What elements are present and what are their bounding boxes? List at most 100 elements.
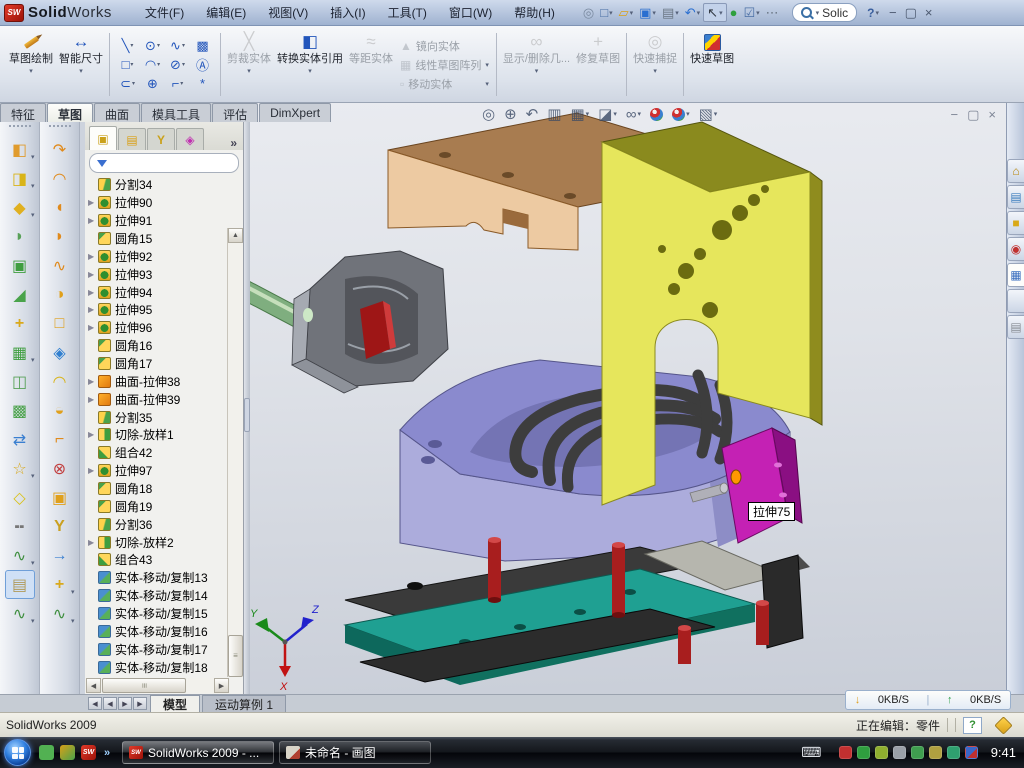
feature-tree-item[interactable]: ▶ 实体-移动/复制18 xyxy=(88,658,228,676)
select-region-icon[interactable]: ▩▾ xyxy=(190,36,215,55)
feature-tree-item[interactable]: ▶ 圆角15 xyxy=(88,230,228,248)
edit-appearance-icon[interactable]: ▾ xyxy=(650,108,663,121)
view-palette-tab[interactable]: ▦ xyxy=(1007,263,1024,287)
freeform-icon[interactable]: ◒▾ xyxy=(45,396,75,425)
combine-icon[interactable]: ▩▾ xyxy=(5,396,35,425)
menu-item[interactable]: 视图(V) xyxy=(257,0,319,25)
zoom-to-fit-icon[interactable]: ◎▾ xyxy=(482,105,495,123)
keyboard-layout-icon[interactable]: ⌨ xyxy=(805,746,818,759)
feature-tree-item[interactable]: ▶ 切除-放样1 xyxy=(88,426,228,444)
expand-arrow-icon[interactable]: ▶ xyxy=(88,270,98,279)
feature-tree-item[interactable]: ▶ 组合42 xyxy=(88,444,228,462)
move-entities-button[interactable]: ▫ 移动实体 ▾ xyxy=(400,76,489,92)
feature-tree-item[interactable]: ▶ 拉伸95 xyxy=(88,301,228,319)
sketch-text-icon[interactable]: Ⓐ▾ xyxy=(190,55,215,74)
feature-tree-item[interactable]: ▶ 圆角18 xyxy=(88,480,228,498)
feature-tree-item[interactable]: ▶ 分割36 xyxy=(88,515,228,533)
sketch-button[interactable]: 草图绘制▾ xyxy=(6,29,56,100)
next-tab-button[interactable]: ▶ xyxy=(118,697,132,710)
pin-icon[interactable]: ◎▾ xyxy=(580,4,597,21)
move-copy-body-icon[interactable]: ⇄▾ xyxy=(5,425,35,454)
antivirus-icon[interactable] xyxy=(857,746,870,759)
linear-pattern-icon[interactable]: ▦▾ xyxy=(5,338,35,367)
taskbar-window-button[interactable]: 未命名 - 画图 xyxy=(279,741,431,764)
spline-icon[interactable]: ∿▾ xyxy=(165,36,190,55)
network-icon[interactable] xyxy=(911,746,924,759)
bend-icon[interactable]: ⌐▾ xyxy=(45,425,75,454)
swept-surface-icon[interactable]: ↷▾ xyxy=(45,135,75,164)
volume-icon[interactable] xyxy=(893,746,906,759)
tag-icon[interactable] xyxy=(994,716,1012,734)
feature-tree-item[interactable]: ▶ 曲面-拉伸38 xyxy=(88,372,228,390)
hole-wizard-icon[interactable]: +▾ xyxy=(5,309,35,338)
graphics-viewport[interactable]: X Y Z ◎▾ ⊕▾ ↶▾ ▥▾ ▦ xyxy=(250,103,1006,694)
mirror-icon[interactable]: ◫▾ xyxy=(5,367,35,396)
display-style-icon[interactable]: ◪▾ xyxy=(598,105,617,123)
solidworks-resources-tab[interactable]: ⌂ xyxy=(1007,159,1024,183)
boss-extrude-icon[interactable]: ◧▾ xyxy=(5,135,35,164)
overflow-icon[interactable]: ⋯▾ xyxy=(763,4,782,21)
health-monitor-icon[interactable] xyxy=(947,746,960,759)
options-icon[interactable]: ☑▾ xyxy=(740,4,762,21)
display-delete-relations-button[interactable]: ∞ 显示/删除几...▾ xyxy=(500,29,573,100)
repair-sketch-button[interactable]: + 修复草图 xyxy=(573,29,623,100)
swept-boss-icon[interactable]: ◗▾ xyxy=(5,222,35,251)
surface-extend-icon[interactable]: ◈▾ xyxy=(45,338,75,367)
doc-restore-button[interactable]: ▢ xyxy=(967,107,979,123)
scroll-up-button[interactable]: ▲ xyxy=(228,228,243,243)
reference-plane-icon[interactable]: ◇▾ xyxy=(5,483,35,512)
instant3d-icon[interactable]: ▤▾ xyxy=(5,570,35,599)
zoom-to-area-icon[interactable]: ⊕▾ xyxy=(504,105,517,123)
feature-tree-item[interactable]: ▶ 实体-移动/复制15 xyxy=(88,605,228,623)
feature-tree-item[interactable]: ▶ 拉伸92 xyxy=(88,247,228,265)
taskbar-clock[interactable]: 9:41 xyxy=(991,745,1016,760)
dimxpertmanager-tab[interactable]: ◈ xyxy=(176,128,204,150)
feature-tree-item[interactable]: ▶ 拉伸93 xyxy=(88,265,228,283)
update-warning-icon[interactable] xyxy=(929,746,942,759)
replace-face-icon[interactable]: ▣▾ xyxy=(45,483,75,512)
feature-tree-item[interactable]: ▶ 拉伸96 xyxy=(88,319,228,337)
tree-vertical-scrollbar[interactable]: ▲ ▼ xyxy=(227,228,243,677)
rectangle-icon[interactable]: □▾ xyxy=(115,55,140,74)
expand-arrow-icon[interactable]: ▶ xyxy=(88,252,98,261)
expand-arrow-icon[interactable]: ▶ xyxy=(88,216,98,225)
quick-snaps-button[interactable]: ◎ 快速捕捉▾ xyxy=(630,29,680,100)
document-tab[interactable]: 模型 xyxy=(150,695,200,712)
rapid-sketch-button[interactable]: 快速草图 xyxy=(687,29,737,100)
expand-arrow-icon[interactable]: ▶ xyxy=(88,198,98,207)
shell-icon[interactable]: ▣▾ xyxy=(5,251,35,280)
menu-item[interactable]: 插入(I) xyxy=(319,0,376,25)
select-arrow-icon[interactable]: ↖▾ xyxy=(703,3,726,22)
new-document-icon[interactable]: □▾ xyxy=(597,4,615,21)
loft-icon[interactable]: ◖▾ xyxy=(45,193,75,222)
first-tab-button[interactable]: ◀ xyxy=(88,697,102,710)
feature-tree-item[interactable]: ▶ 拉伸97 xyxy=(88,462,228,480)
ribbon-tab[interactable]: 特征 xyxy=(0,103,46,122)
draft-icon[interactable]: ◢▾ xyxy=(5,280,35,309)
expand-arrow-icon[interactable]: ▶ xyxy=(88,288,98,297)
expand-arrow-icon[interactable]: ▶ xyxy=(88,395,98,404)
expand-arrow-icon[interactable]: ▶ xyxy=(88,466,98,475)
ellipse-icon[interactable]: ⊘▾ xyxy=(165,55,190,74)
flex-icon[interactable]: ∿▾ xyxy=(45,251,75,280)
configurationmanager-tab[interactable]: Y xyxy=(147,128,175,150)
feature-tree-item[interactable]: ▶ 圆角16 xyxy=(88,337,228,355)
menu-item[interactable]: 帮助(H) xyxy=(503,0,566,25)
offset-entities-button[interactable]: ≈ 等距实体 xyxy=(346,29,396,100)
base-plate-assembly[interactable] xyxy=(345,541,810,685)
reference-geometry-icon[interactable]: ☆▾ xyxy=(5,454,35,483)
save-icon[interactable]: ▣▾ xyxy=(636,4,659,21)
scroll-left-button[interactable]: ◀ xyxy=(86,678,101,693)
propertymanager-tab[interactable]: ▤ xyxy=(118,128,146,150)
feature-tree-item[interactable]: ▶ 实体-移动/复制17 xyxy=(88,640,228,658)
trim-entities-button[interactable]: ╳ 剪裁实体▾ xyxy=(224,29,274,100)
menu-item[interactable]: 编辑(E) xyxy=(195,0,257,25)
section-view-icon[interactable]: ▥▾ xyxy=(547,105,561,123)
scrollbar-thumb[interactable] xyxy=(228,635,243,677)
previous-view-icon[interactable]: ↶▾ xyxy=(526,105,539,123)
start-button[interactable] xyxy=(4,739,31,766)
search-box[interactable]: ▾ Solic xyxy=(792,3,858,22)
last-tab-button[interactable]: ▶ xyxy=(133,697,147,710)
status-help-button[interactable]: ? xyxy=(963,717,982,734)
ribbon-tab[interactable]: 草图 xyxy=(47,103,93,122)
